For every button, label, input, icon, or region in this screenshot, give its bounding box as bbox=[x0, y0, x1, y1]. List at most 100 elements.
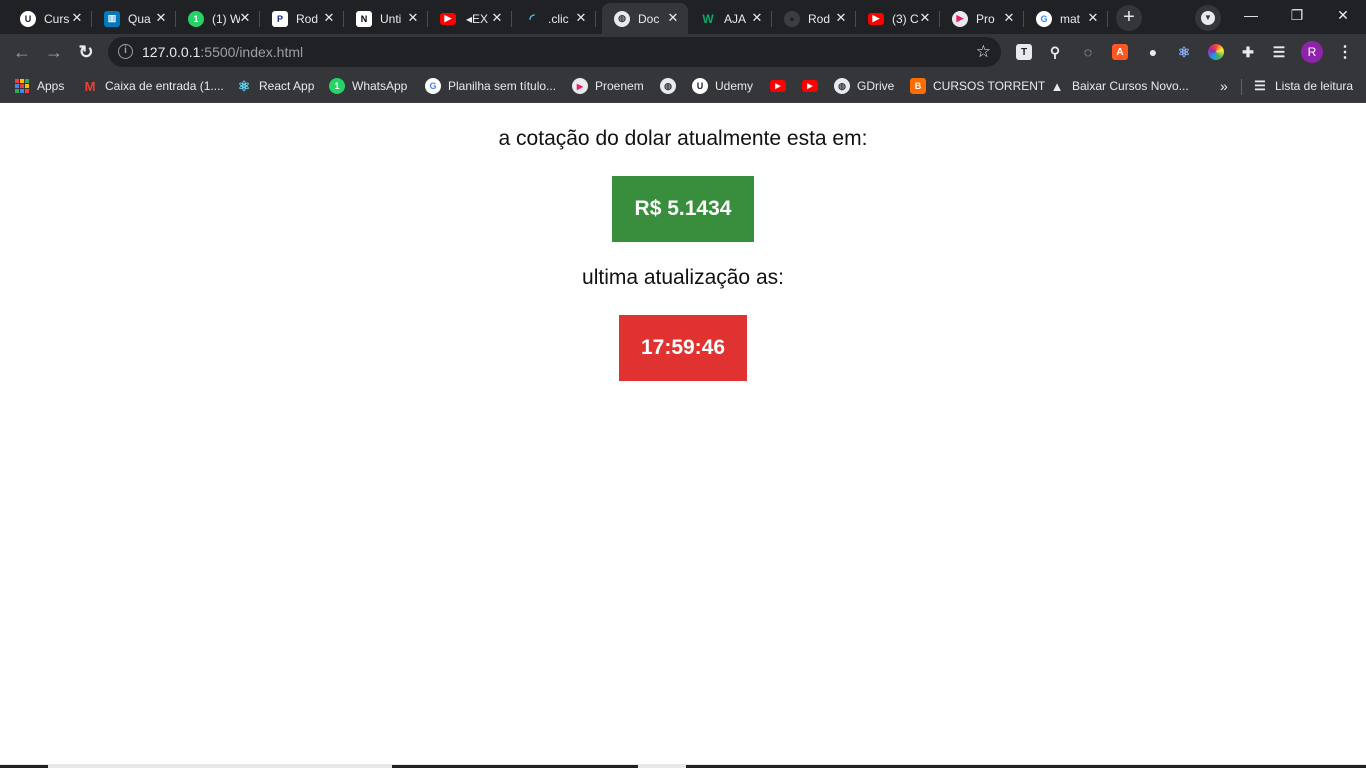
minimize-icon: — bbox=[1244, 7, 1258, 23]
globe-icon: ◍ bbox=[834, 78, 850, 94]
close-icon[interactable]: ✕ bbox=[750, 11, 764, 25]
bookmark-proenem[interactable]: ▶ Proenem bbox=[572, 77, 644, 95]
bookmark-gmail[interactable]: M Caixa de entrada (1.... bbox=[82, 77, 224, 95]
close-window-button[interactable]: ✕ bbox=[1320, 0, 1366, 30]
tab-11[interactable]: ▶ Pro ✕ bbox=[940, 3, 1024, 34]
close-icon[interactable]: ✕ bbox=[1086, 11, 1100, 25]
proenem-icon: ▶ bbox=[572, 78, 588, 94]
proenem-icon: ▶ bbox=[952, 10, 968, 27]
close-icon[interactable]: ✕ bbox=[154, 11, 168, 25]
dollar-rate-label: a cotação do dolar atualmente esta em: bbox=[498, 127, 868, 150]
reload-icon: ↻ bbox=[78, 42, 94, 62]
close-icon[interactable]: ✕ bbox=[406, 11, 420, 25]
bookmark-cursos-torrent[interactable]: B CURSOS TORRENT bbox=[910, 77, 1045, 95]
extension-translate-icon[interactable]: A bbox=[1112, 44, 1128, 60]
reload-button[interactable]: ↻ bbox=[72, 38, 100, 66]
tab-title: (3) C bbox=[892, 11, 919, 26]
close-icon[interactable]: ✕ bbox=[322, 11, 336, 25]
extension-circle-icon[interactable]: ◌ bbox=[1080, 44, 1096, 60]
bookmark-react-app[interactable]: ⚛ React App bbox=[236, 77, 315, 95]
udemy-icon: U bbox=[20, 10, 36, 27]
tab-9[interactable]: ● Rod ✕ bbox=[772, 3, 856, 34]
reading-list-icon[interactable]: ☰ bbox=[1271, 44, 1287, 60]
close-icon[interactable]: ✕ bbox=[574, 11, 588, 25]
bookmark-label: CURSOS TORRENT bbox=[933, 79, 1046, 93]
tab-7-active[interactable]: ◍ Doc ✕ bbox=[602, 3, 688, 34]
back-button[interactable]: ← bbox=[8, 38, 36, 66]
bookmark-label: Apps bbox=[37, 79, 65, 93]
new-tab-button[interactable]: + bbox=[1116, 5, 1142, 31]
info-icon[interactable]: i bbox=[118, 44, 133, 59]
tab-0[interactable]: U Curs ✕ bbox=[8, 3, 92, 34]
youtube-icon: ▶ bbox=[440, 12, 456, 25]
globe-icon: ◍ bbox=[660, 78, 676, 94]
url-text[interactable]: 127.0.0.1:5500/index.html bbox=[142, 44, 303, 60]
close-icon[interactable]: ✕ bbox=[70, 11, 84, 25]
w3schools-icon: W bbox=[702, 11, 714, 26]
github-icon: ● bbox=[784, 10, 800, 27]
reading-list-button[interactable]: ☰ Lista de leitura bbox=[1252, 77, 1353, 95]
tab-12[interactable]: G mat ✕ bbox=[1024, 3, 1108, 34]
bookmark-baixar-cursos[interactable]: ▲ Baixar Cursos Novo... bbox=[1049, 77, 1189, 95]
bookmark-label: Baixar Cursos Novo... bbox=[1072, 79, 1189, 93]
tab-3[interactable]: P Rod ✕ bbox=[260, 3, 344, 34]
extension-figure-icon[interactable]: ⚲ bbox=[1047, 44, 1063, 60]
profile-avatar[interactable]: R bbox=[1301, 41, 1323, 63]
bookmark-gdrive[interactable]: ◍ GDrive bbox=[834, 77, 894, 95]
puzzle-icon[interactable]: ✚ bbox=[1240, 44, 1256, 60]
extension-dots-icon[interactable]: ● bbox=[1145, 44, 1161, 60]
bookmark-youtube-1[interactable]: ▶ bbox=[770, 77, 786, 95]
dollar-rate-value: R$ 5.1434 bbox=[612, 176, 754, 242]
close-icon[interactable]: ✕ bbox=[834, 11, 848, 25]
bookmark-label: WhatsApp bbox=[352, 79, 408, 93]
blogger-icon: B bbox=[910, 78, 926, 94]
close-icon[interactable]: ✕ bbox=[1002, 11, 1016, 25]
chevron-down-icon: ▼ bbox=[1201, 11, 1215, 25]
bookmark-planilha[interactable]: G Planilha sem título... bbox=[425, 77, 556, 95]
plus-icon: + bbox=[1123, 6, 1135, 28]
extension-t-icon[interactable]: T bbox=[1016, 44, 1032, 60]
bookmarks-overflow-button[interactable]: » bbox=[1220, 77, 1228, 95]
tab-8[interactable]: W AJA ✕ bbox=[688, 3, 772, 34]
close-icon[interactable]: ✕ bbox=[490, 11, 504, 25]
tab-5[interactable]: ▶ ◂EX ✕ bbox=[428, 3, 512, 34]
close-icon[interactable]: ✕ bbox=[918, 11, 932, 25]
close-icon[interactable]: ✕ bbox=[238, 11, 252, 25]
bookmark-udemy[interactable]: U Udemy bbox=[692, 77, 753, 95]
last-update-label: ultima atualização as: bbox=[582, 266, 784, 289]
menu-kebab-icon[interactable]: ⋮ bbox=[1337, 44, 1353, 61]
bookmark-apps[interactable]: Apps bbox=[15, 77, 64, 95]
bookmark-label: Lista de leitura bbox=[1275, 79, 1354, 93]
bookmark-globe[interactable]: ◍ bbox=[660, 77, 676, 95]
taskbar-edge bbox=[0, 764, 1366, 768]
tab-title: AJA bbox=[724, 11, 747, 26]
tab-title: Pro bbox=[976, 11, 995, 26]
color-picker-icon[interactable] bbox=[1208, 44, 1224, 60]
notion-icon: N bbox=[356, 10, 372, 27]
react-devtools-icon[interactable]: ⚛ bbox=[1176, 44, 1192, 60]
bookmark-youtube-2[interactable]: ▶ bbox=[802, 77, 818, 95]
react-icon: ⚛ bbox=[237, 77, 251, 94]
browser-toolbar: ← → ↻ i 127.0.0.1:5500/index.html ☆ T ⚲ … bbox=[0, 34, 1366, 70]
tab-1[interactable]: ▥ Qua ✕ bbox=[92, 3, 176, 34]
tab-6[interactable]: ◜ .clic ✕ bbox=[512, 3, 596, 34]
bookmark-whatsapp[interactable]: 1 WhatsApp bbox=[329, 77, 407, 95]
youtube-icon: ▶ bbox=[770, 80, 786, 92]
close-icon[interactable]: ✕ bbox=[666, 11, 680, 25]
tab-10[interactable]: ▶ (3) C ✕ bbox=[856, 3, 940, 34]
restore-button[interactable]: ❐ bbox=[1274, 0, 1320, 30]
wave-icon: ◜ bbox=[529, 10, 535, 26]
arrow-left-icon: ← bbox=[13, 42, 31, 62]
forward-button[interactable]: → bbox=[40, 38, 68, 66]
address-bar[interactable]: i 127.0.0.1:5500/index.html ☆ bbox=[108, 37, 1001, 67]
restore-icon: ❐ bbox=[1290, 7, 1304, 23]
minimize-button[interactable]: — bbox=[1228, 0, 1274, 30]
bookmark-star-icon[interactable]: ☆ bbox=[976, 42, 991, 62]
tab-4[interactable]: N Unti ✕ bbox=[344, 3, 428, 34]
url-host: 127.0.0.1 bbox=[142, 44, 201, 60]
tab-title: Rod bbox=[296, 11, 319, 26]
tab-title: Doc bbox=[638, 11, 660, 26]
tab-2[interactable]: 1 (1) W ✕ bbox=[176, 3, 260, 34]
tab-title: Curs bbox=[44, 11, 70, 26]
tab-search-button[interactable]: ▼ bbox=[1195, 5, 1221, 31]
